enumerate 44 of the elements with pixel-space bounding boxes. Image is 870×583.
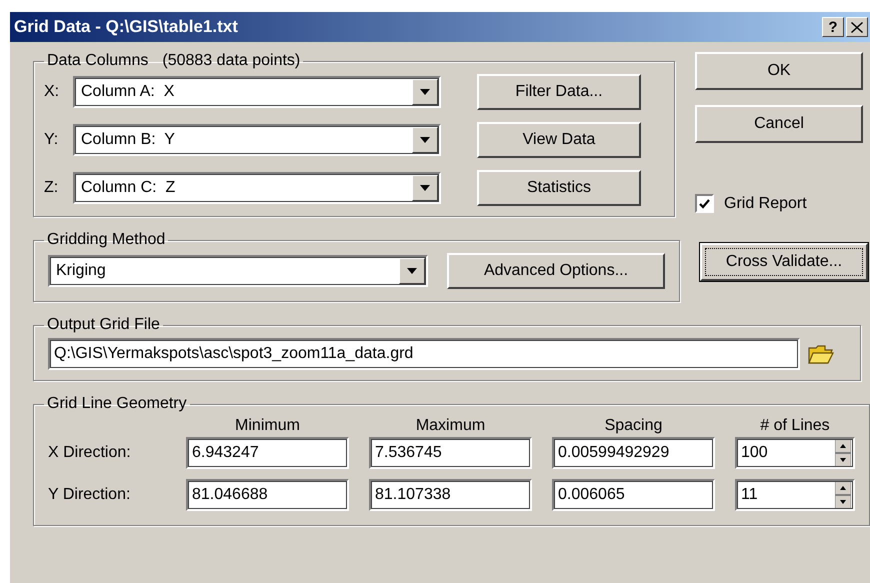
data-point-count: (50883 data points): [162, 52, 300, 70]
group-title: Gridding Method: [47, 231, 166, 249]
axis-label: Y:: [44, 131, 60, 149]
window-title: Grid Data - Q:\GIS\table1.txt: [14, 17, 239, 37]
file-path-field[interactable]: Q:\GIS\Yermakspots\asc\spot3_zoom11a_data.grd: [48, 338, 800, 370]
checkbox-label: Grid Report: [724, 194, 807, 212]
column-dropdown[interactable]: Column C: Z: [73, 172, 441, 204]
maximum-field[interactable]: 7.536745: [369, 437, 532, 469]
spinner-arrows-icon[interactable]: [835, 481, 851, 509]
column-header: Maximum: [414, 417, 486, 435]
dialog-button[interactable]: OK: [695, 52, 863, 90]
close-button[interactable]: [846, 17, 868, 37]
spacing-field[interactable]: 0.00599492929: [552, 437, 715, 469]
line-count-spinner[interactable]: 100: [735, 437, 855, 469]
cross-validate-button[interactable]: Cross Validate...: [700, 243, 868, 281]
minimum-field[interactable]: 81.046688: [186, 479, 349, 511]
minimum-field[interactable]: 6.943247: [186, 437, 349, 469]
axis-label: Z:: [44, 179, 60, 197]
column-header: # of Lines: [759, 417, 831, 435]
method-dropdown[interactable]: Kriging: [48, 255, 428, 287]
folder-icon[interactable]: [808, 344, 834, 364]
help-button[interactable]: ?: [822, 17, 844, 37]
spacing-field[interactable]: 0.006065: [552, 479, 715, 511]
data-button[interactable]: View Data: [477, 122, 641, 158]
spinner-arrows-icon[interactable]: [835, 439, 851, 467]
row-label: X Direction:: [48, 444, 132, 462]
checkmark-icon: [699, 198, 710, 208]
advanced-options-button[interactable]: Advanced Options...: [447, 253, 665, 289]
row-label: Y Direction:: [48, 486, 132, 504]
column-header: Spacing: [604, 417, 664, 435]
column-dropdown[interactable]: Column B: Y: [73, 124, 441, 156]
group-title: Data Columns: [47, 52, 148, 70]
data-button[interactable]: Statistics: [477, 170, 641, 206]
column-header: Minimum: [234, 417, 301, 435]
dialog-button[interactable]: Cancel: [695, 105, 863, 143]
group-title: Grid Line Geometry: [47, 395, 187, 413]
data-button[interactable]: Filter Data...: [477, 74, 641, 110]
checkbox[interactable]: [695, 194, 714, 213]
group-title: Output Grid File: [47, 316, 160, 334]
column-dropdown[interactable]: Column A: X: [73, 76, 441, 108]
axis-label: X:: [44, 83, 60, 101]
close-icon[interactable]: [851, 22, 863, 32]
line-count-spinner[interactable]: 11: [735, 479, 855, 511]
maximum-field[interactable]: 81.107338: [369, 479, 532, 511]
